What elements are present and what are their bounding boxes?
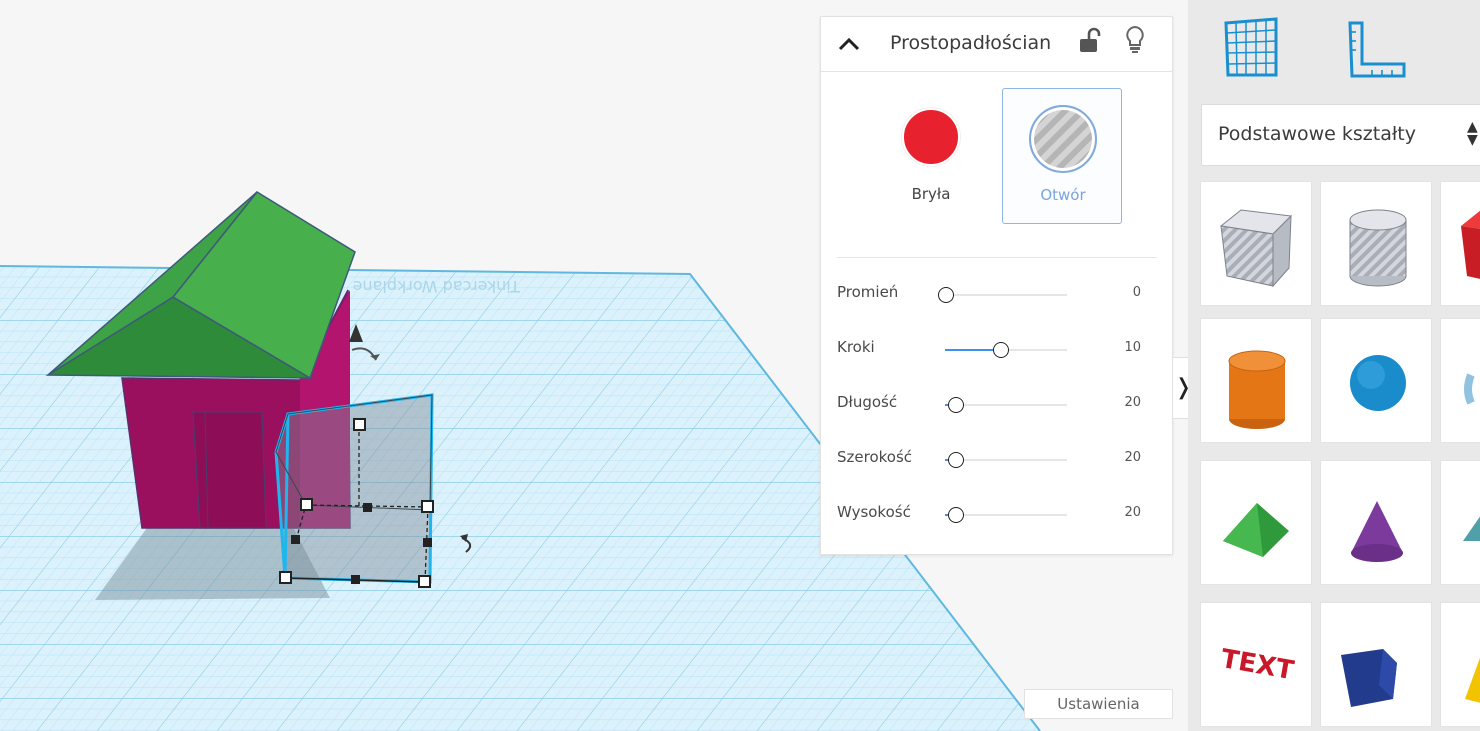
param-label: Szerokość	[837, 448, 913, 466]
param-value[interactable]: 20	[1124, 450, 1141, 465]
param-label: Długość	[837, 393, 898, 411]
text-shape-icon: TEXT	[1219, 644, 1297, 686]
inspector-title: Prostopadłościan	[890, 32, 1052, 54]
shape-tile-roof[interactable]	[1200, 460, 1312, 585]
lightbulb-icon[interactable]	[1124, 25, 1146, 55]
param-value[interactable]: 10	[1124, 340, 1141, 355]
shape-tile-cylinder[interactable]	[1200, 318, 1312, 443]
param-label: Wysokość	[837, 503, 911, 521]
hole-swatch[interactable]	[1029, 105, 1097, 173]
resize-handle[interactable]	[423, 538, 432, 547]
param-slider[interactable]	[938, 287, 1067, 303]
param-row-height: Wysokość 20	[837, 501, 1157, 531]
shape-tile-cone[interactable]	[1320, 460, 1432, 585]
shape-category-select[interactable]: Podstawowe kształty ▲ ▼	[1201, 104, 1480, 166]
shape-tile-pyramid[interactable]	[1440, 602, 1480, 727]
solid-color-swatch[interactable]	[902, 108, 960, 166]
divider	[837, 257, 1157, 258]
hole-option-button[interactable]: Otwór	[1002, 88, 1122, 224]
slider-knob[interactable]	[947, 507, 964, 523]
shape-tile-sphere[interactable]	[1320, 318, 1432, 443]
resize-handle[interactable]	[418, 575, 431, 588]
param-value[interactable]: 0	[1133, 285, 1141, 300]
solid-label: Bryła	[911, 185, 951, 203]
shape-tile-text[interactable]: TEXT	[1200, 602, 1312, 727]
param-row-steps: Kroki 10	[837, 336, 1157, 366]
param-row-width: Szerokość 20	[837, 446, 1157, 476]
resize-handle[interactable]	[300, 498, 313, 511]
shape-tile-box-hole[interactable]	[1200, 181, 1312, 306]
shapes-panel: Podstawowe kształty ▲ ▼ TEXT	[1188, 0, 1480, 731]
hole-label: Otwór	[1040, 186, 1086, 204]
solid-option-button[interactable]: Bryła	[871, 88, 991, 224]
resize-handle[interactable]	[363, 503, 372, 512]
unlock-icon[interactable]	[1079, 27, 1101, 55]
workplane-watermark: Tinkercad Workplane	[353, 277, 521, 296]
slider-knob[interactable]	[938, 287, 954, 303]
resize-handle[interactable]	[351, 575, 360, 584]
category-label: Podstawowe kształty	[1218, 123, 1416, 145]
param-slider[interactable]	[945, 397, 1067, 413]
settings-button[interactable]: Ustawienia	[1024, 689, 1173, 719]
ruler-icon[interactable]	[1346, 20, 1408, 80]
param-slider[interactable]	[945, 342, 1067, 358]
inspector-header: Prostopadłościan	[821, 17, 1172, 72]
slider-knob[interactable]	[992, 342, 1009, 358]
param-value[interactable]: 20	[1124, 395, 1141, 410]
slider-knob[interactable]	[947, 452, 964, 468]
resize-handle[interactable]	[291, 535, 300, 544]
param-slider[interactable]	[945, 452, 1067, 468]
shape-tile-box[interactable]	[1440, 181, 1480, 306]
height-handle[interactable]	[353, 418, 366, 431]
collapse-chevron-icon[interactable]	[837, 33, 861, 55]
shape-tile-cylinder-hole[interactable]	[1320, 181, 1432, 306]
param-label: Promień	[837, 283, 899, 301]
shape-tile-polygon[interactable]	[1320, 602, 1432, 727]
shape-inspector-panel: Prostopadłościan Bryła Otwór Promień 0 K…	[820, 16, 1173, 555]
shape-tile-scribble[interactable]	[1440, 318, 1480, 443]
param-label: Kroki	[837, 338, 875, 356]
param-row-length: Długość 20	[837, 391, 1157, 421]
shape-tile-round-roof[interactable]	[1440, 460, 1480, 585]
select-arrows-icon: ▲ ▼	[1467, 119, 1478, 148]
param-value[interactable]: 20	[1124, 505, 1141, 520]
workplane-grid-icon[interactable]	[1222, 17, 1280, 79]
param-slider[interactable]	[945, 507, 1067, 523]
slider-knob[interactable]	[947, 397, 964, 413]
param-row-radius: Promień 0	[837, 281, 1157, 311]
selected-hole-box[interactable]	[274, 393, 434, 588]
resize-handle[interactable]	[421, 500, 434, 513]
resize-handle[interactable]	[279, 571, 292, 584]
